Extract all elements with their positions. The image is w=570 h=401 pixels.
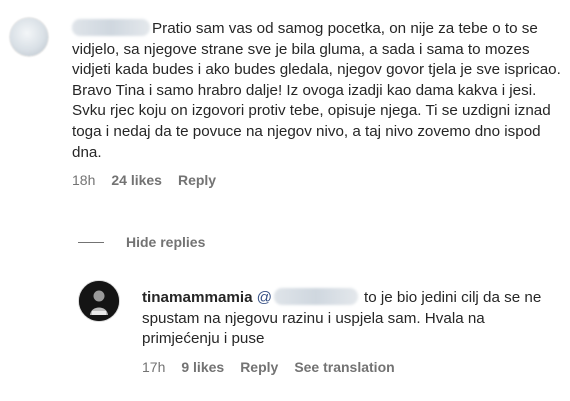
reply-time: 17h [142, 358, 166, 375]
reply-button[interactable]: Reply [240, 359, 278, 375]
hide-replies-button[interactable]: Hide replies [78, 234, 205, 250]
divider-line [78, 241, 104, 243]
redacted-mention[interactable] [274, 288, 358, 305]
comment: Pratio sam vas od samog pocetka, on nije… [10, 18, 562, 188]
see-translation-button[interactable]: See translation [294, 359, 394, 375]
likes-count[interactable]: 24 likes [111, 172, 162, 188]
comment-text-block: Pratio sam vas od samog pocetka, on nije… [72, 19, 562, 163]
reply-text-block: tinamammamia @ to je bio jedini cilj da se… [142, 288, 562, 350]
reply-username[interactable]: tinamammamia [142, 289, 253, 306]
comment-meta: 18h 24 likes Reply [72, 172, 562, 188]
likes-count[interactable]: 9 likes [181, 359, 224, 375]
mention-prefix[interactable]: @ [257, 289, 272, 306]
reply-meta: 17h 9 likes Reply See translation [142, 359, 562, 375]
avatar[interactable] [10, 18, 48, 56]
reply-button[interactable]: Reply [178, 172, 216, 188]
profile-photo-icon [79, 281, 119, 321]
avatar[interactable] [78, 280, 120, 322]
comment-body: Pratio sam vas od samog pocetka, on nije… [72, 19, 562, 188]
comment-text: Pratio sam vas od samog pocetka, on nije… [72, 20, 561, 161]
hide-replies-label: Hide replies [126, 234, 206, 250]
reply-body: tinamammamia @ to je bio jedini cilj da se… [142, 288, 562, 375]
redacted-username[interactable] [72, 19, 150, 36]
reply-comment: tinamammamia @ to je bio jedini cilj da se… [78, 280, 562, 375]
comment-time: 18h [72, 172, 96, 189]
